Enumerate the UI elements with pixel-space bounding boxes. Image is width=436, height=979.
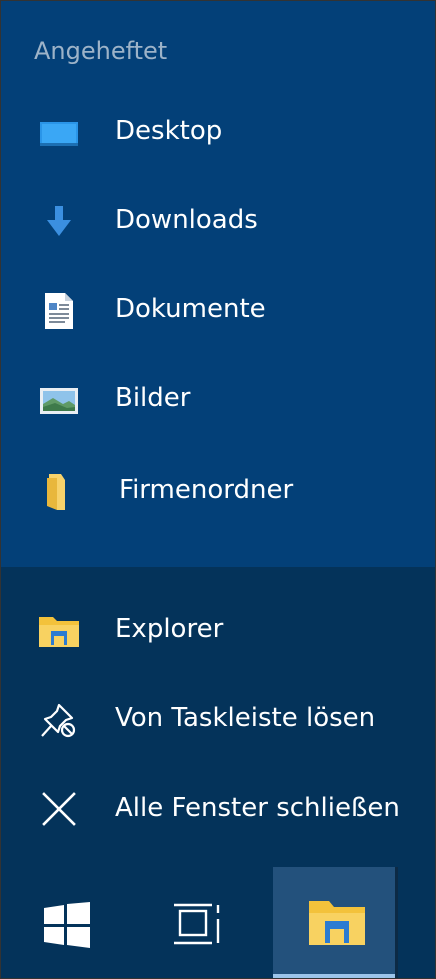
- folder-icon: [39, 474, 79, 510]
- action-unpin-from-taskbar[interactable]: Von Taskleiste lösen: [1, 684, 435, 756]
- downloads-arrow-icon: [39, 204, 79, 240]
- action-label: Von Taskleiste lösen: [115, 703, 376, 733]
- pinned-item-label: Dokumente: [115, 294, 266, 324]
- action-label: Explorer: [115, 614, 224, 644]
- pinned-item-dokumente[interactable]: Dokumente: [1, 275, 435, 347]
- pinned-item-downloads[interactable]: Downloads: [1, 186, 435, 258]
- pinned-item-desktop[interactable]: Desktop: [1, 97, 435, 169]
- desktop-icon: [39, 115, 79, 151]
- pinned-item-label: Firmenordner: [119, 475, 294, 505]
- file-explorer-icon: [39, 613, 79, 649]
- section-title-pinned: Angeheftet: [34, 37, 168, 65]
- documents-icon: [39, 293, 79, 329]
- pinned-item-bilder[interactable]: Bilder: [1, 364, 435, 436]
- unpin-icon: [39, 702, 79, 738]
- jump-list-window: Angeheftet Desktop Downloads Dokumente B…: [0, 0, 436, 979]
- taskbar-divider: [395, 867, 398, 978]
- task-view-button[interactable]: [131, 867, 261, 978]
- action-explorer[interactable]: Explorer: [1, 595, 435, 667]
- start-button[interactable]: [1, 867, 131, 978]
- pinned-item-firmenordner[interactable]: Firmenordner: [1, 456, 435, 528]
- action-close-all-windows[interactable]: Alle Fenster schließen: [1, 774, 435, 846]
- pinned-item-label: Downloads: [115, 205, 258, 235]
- pinned-item-label: Desktop: [115, 116, 223, 146]
- task-view-icon: [174, 901, 224, 947]
- file-explorer-icon: [309, 899, 365, 947]
- pictures-icon: [39, 382, 79, 418]
- taskbar-file-explorer-button[interactable]: [273, 867, 395, 978]
- windows-logo-icon: [44, 902, 90, 948]
- actions-section: Explorer Von Taskleiste lösen Alle Fenst…: [1, 567, 435, 867]
- taskbar: [1, 867, 435, 978]
- active-window-indicator: [273, 974, 395, 978]
- close-icon: [39, 792, 79, 828]
- action-label: Alle Fenster schließen: [115, 793, 400, 823]
- pinned-section: Angeheftet Desktop Downloads Dokumente B…: [1, 1, 435, 567]
- pinned-item-label: Bilder: [115, 383, 191, 413]
